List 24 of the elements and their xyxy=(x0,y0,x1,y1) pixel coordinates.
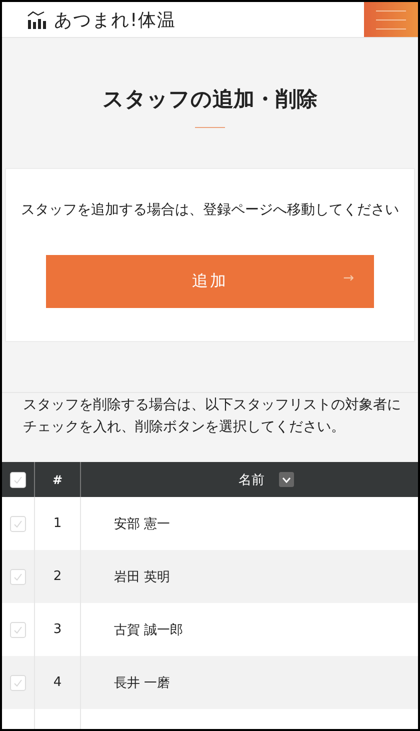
table-cell-text: 岩田 英明 xyxy=(113,568,172,586)
menu-icon xyxy=(375,8,407,32)
delete-instruction: スタッフを削除する場合は、以下スタッフリストの対象者にチェックを入れ、削除ボタンを選択してください。 xyxy=(23,396,402,437)
checkbox[interactable] xyxy=(10,674,26,690)
table-cell-text: 長井 一磨 xyxy=(113,674,172,692)
table-cell-text: 古賀 誠一郎 xyxy=(113,622,184,640)
checkbox[interactable] xyxy=(10,568,26,584)
table-cell: 4 xyxy=(35,656,81,709)
checkbox[interactable] xyxy=(10,622,26,638)
page-title: スタッフの追加・削除 xyxy=(102,86,318,113)
bar-chart-icon xyxy=(26,8,48,30)
add-button[interactable]: 追加 → xyxy=(46,255,374,308)
table-cell: 2 xyxy=(35,550,81,603)
checkbox[interactable] xyxy=(10,472,26,488)
add-instruction: スタッフを追加する場合は、登録ページへ移動してください xyxy=(21,201,399,219)
checkbox[interactable] xyxy=(10,516,26,532)
table-cell-text: 安部 憲一 xyxy=(113,516,172,534)
column-header: # xyxy=(52,472,63,486)
menu-button[interactable] xyxy=(364,2,418,37)
arrow-icon: → xyxy=(343,271,356,286)
column-header: 名前 xyxy=(238,472,264,488)
caret-icon xyxy=(282,476,290,482)
sort-button[interactable] xyxy=(278,472,294,487)
app-logo: あつまれ!体温 xyxy=(54,8,176,32)
